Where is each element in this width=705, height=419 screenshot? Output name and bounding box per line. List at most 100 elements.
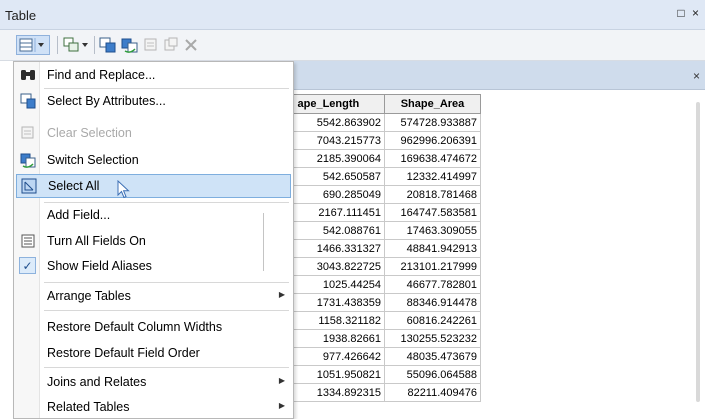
column-header-shape-length[interactable]: ape_Length [293, 94, 385, 114]
switch-selection-icon [20, 153, 36, 168]
toolbar-separator [94, 36, 95, 54]
table-row[interactable]: 2167.111451 164747.583581 [293, 203, 481, 222]
menu-item-restore-default-field-order[interactable]: Restore Default Field Order [14, 341, 293, 365]
table-row[interactable]: 7043.215773 962996.206391 [293, 131, 481, 150]
clear-selection-icon [144, 38, 157, 51]
cell-shape-length[interactable]: 542.088761 [293, 221, 385, 240]
cell-shape-area[interactable]: 48841.942913 [384, 239, 481, 258]
cell-shape-length[interactable]: 1938.82661 [293, 329, 385, 348]
cell-shape-length[interactable]: 3043.822725 [293, 257, 385, 276]
copy-selected-button[interactable] [162, 35, 180, 55]
cell-shape-length[interactable]: 5542.863902 [293, 113, 385, 132]
table-row[interactable]: 1158.321182 60816.242261 [293, 311, 481, 330]
related-tables-button[interactable] [63, 35, 91, 55]
column-header-shape-area[interactable]: Shape_Area [384, 94, 481, 114]
cell-shape-area[interactable]: 574728.933887 [384, 113, 481, 132]
cell-shape-area[interactable]: 48035.473679 [384, 347, 481, 366]
select-by-attributes-icon [99, 37, 116, 53]
select-by-attributes-button[interactable] [98, 35, 118, 55]
cell-shape-length[interactable]: 977.426642 [293, 347, 385, 366]
mouse-pointer-icon [117, 180, 130, 199]
vertical-scrollbar[interactable] [696, 102, 700, 402]
select-all-icon [21, 178, 37, 194]
menu-item-select-by-attributes[interactable]: Select By Attributes... [14, 89, 293, 113]
cell-shape-area[interactable]: 962996.206391 [384, 131, 481, 150]
table-tab-strip: × [293, 61, 705, 90]
close-tab-icon[interactable]: × [693, 69, 700, 83]
cell-shape-area[interactable]: 82211.409476 [384, 383, 481, 402]
table-row[interactable]: 5542.863902 574728.933887 [293, 113, 481, 132]
menu-item-label: Select All [48, 179, 100, 193]
menu-item-label: Switch Selection [47, 153, 139, 167]
cell-shape-area[interactable]: 60816.242261 [384, 311, 481, 330]
cell-shape-length[interactable]: 7043.215773 [293, 131, 385, 150]
table-row[interactable]: 2185.390064 169638.474672 [293, 149, 481, 168]
cell-shape-area[interactable]: 55096.064588 [384, 365, 481, 384]
cell-shape-length[interactable]: 1334.892315 [293, 383, 385, 402]
menu-item-label: Clear Selection [47, 126, 132, 140]
menu-item-related-tables[interactable]: Related Tables ▶ [14, 395, 293, 419]
cell-shape-length[interactable]: 2185.390064 [293, 149, 385, 168]
menu-item-restore-default-column-widths[interactable]: Restore Default Column Widths [14, 315, 293, 339]
cell-shape-length[interactable]: 1466.331327 [293, 239, 385, 258]
submenu-arrow-icon: ▶ [278, 401, 285, 410]
header-row: ape_Length Shape_Area [293, 94, 481, 114]
attribute-table: ape_Length Shape_Area 5542.863902 574728.… [293, 90, 705, 419]
attribute-grid: ape_Length Shape_Area 5542.863902 574728.… [293, 94, 481, 402]
cell-shape-area[interactable]: 12332.414997 [384, 167, 481, 186]
cell-shape-area[interactable]: 169638.474672 [384, 149, 481, 168]
menu-item-clear-selection[interactable]: Clear Selection [14, 121, 293, 145]
cell-shape-area[interactable]: 213101.217999 [384, 257, 481, 276]
cell-shape-area[interactable]: 17463.309055 [384, 221, 481, 240]
menu-item-show-field-aliases[interactable]: ✓ Show Field Aliases [14, 254, 293, 278]
cell-shape-length[interactable]: 1731.438359 [293, 293, 385, 312]
table-row[interactable]: 542.650587 12332.414997 [293, 167, 481, 186]
cell-shape-area[interactable]: 88346.914478 [384, 293, 481, 312]
cell-shape-length[interactable]: 542.650587 [293, 167, 385, 186]
menu-item-find-and-replace[interactable]: Find and Replace... [14, 63, 293, 87]
switch-selection-icon [121, 38, 138, 53]
delete-selected-button[interactable] [182, 35, 200, 55]
cell-shape-area[interactable]: 46677.782801 [384, 275, 481, 294]
table-options-button[interactable] [16, 35, 50, 55]
menu-item-label: Add Field... [47, 208, 111, 222]
table-row[interactable]: 1025.44254 46677.782801 [293, 275, 481, 294]
table-row[interactable]: 1466.331327 48841.942913 [293, 239, 481, 258]
cell-shape-length[interactable]: 2167.111451 [293, 203, 385, 222]
cell-shape-area[interactable]: 20818.781468 [384, 185, 481, 204]
cell-shape-area[interactable]: 164747.583581 [384, 203, 481, 222]
menu-item-label: Restore Default Field Order [47, 346, 200, 360]
cell-shape-length[interactable]: 690.285049 [293, 185, 385, 204]
window-title: Table [5, 8, 37, 23]
table-toolbar [0, 30, 705, 61]
delete-selected-icon [185, 39, 197, 51]
table-row[interactable]: 542.088761 17463.309055 [293, 221, 481, 240]
clear-selection-button[interactable] [142, 35, 160, 55]
table-row[interactable]: 1334.892315 82211.409476 [293, 383, 481, 402]
menu-item-arrange-tables[interactable]: Arrange Tables ▶ [14, 284, 293, 308]
submenu-arrow-icon: ▶ [278, 290, 285, 299]
cell-shape-length[interactable]: 1025.44254 [293, 275, 385, 294]
table-row[interactable]: 1051.950821 55096.064588 [293, 365, 481, 384]
table-row[interactable]: 977.426642 48035.473679 [293, 347, 481, 366]
clear-selection-icon [21, 126, 34, 139]
menu-item-turn-all-fields-on[interactable]: Turn All Fields On [14, 229, 293, 253]
cell-shape-length[interactable]: 1051.950821 [293, 365, 385, 384]
cell-shape-length[interactable]: 1158.321182 [293, 311, 385, 330]
cell-shape-area[interactable]: 130255.523232 [384, 329, 481, 348]
toolbar-separator [57, 36, 58, 54]
menu-item-label: Related Tables [47, 400, 130, 414]
menu-item-joins-and-relates[interactable]: Joins and Relates ▶ [14, 370, 293, 394]
window-controls[interactable]: □ × [677, 6, 701, 20]
table-row[interactable]: 3043.822725 213101.217999 [293, 257, 481, 276]
table-row[interactable]: 690.285049 20818.781468 [293, 185, 481, 204]
submenu-arrow-icon: ▶ [278, 376, 285, 385]
menu-item-select-all[interactable]: Select All [16, 174, 291, 198]
menu-item-switch-selection[interactable]: Switch Selection [14, 148, 293, 172]
table-row[interactable]: 1938.82661 130255.523232 [293, 329, 481, 348]
switch-selection-button[interactable] [120, 35, 140, 55]
menu-item-label: Find and Replace... [47, 68, 156, 82]
window-titlebar: Table □ × [0, 0, 705, 30]
table-row[interactable]: 1731.438359 88346.914478 [293, 293, 481, 312]
menu-item-add-field[interactable]: Add Field... [14, 203, 293, 227]
